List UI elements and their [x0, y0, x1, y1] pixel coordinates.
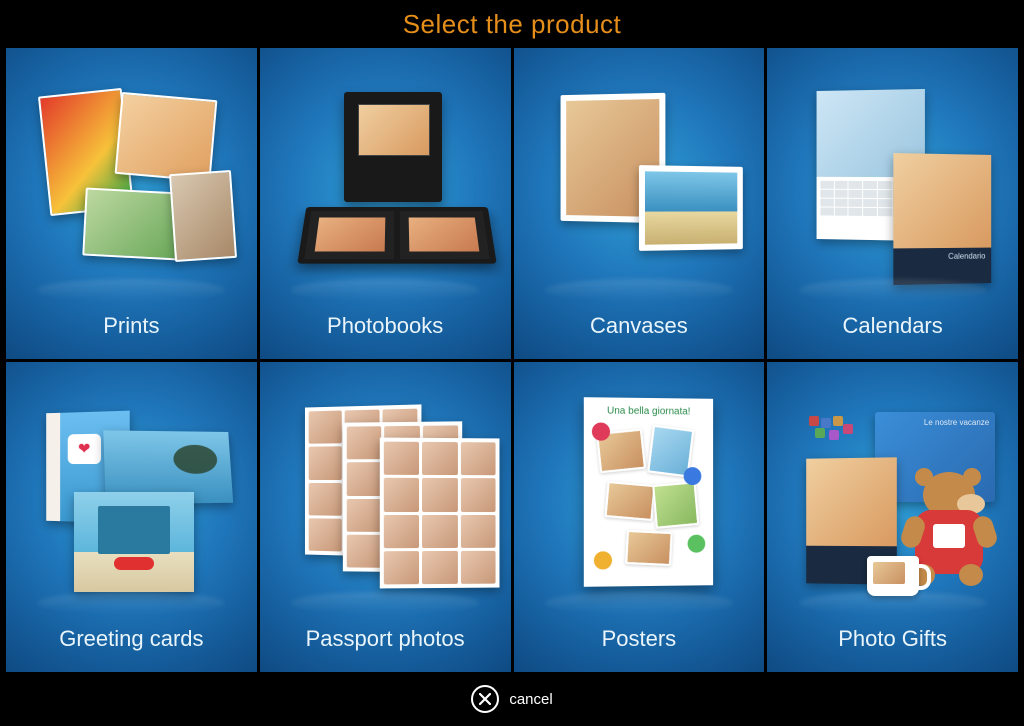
product-tile-posters[interactable]: Una bella giornata! Posters: [514, 362, 765, 673]
page-header: Select the product: [0, 0, 1024, 48]
product-tile-photo-gifts[interactable]: Le nostre vacanze Photo Gifts: [767, 362, 1018, 673]
close-icon: [471, 685, 499, 713]
product-label: Photobooks: [327, 313, 443, 339]
product-label: Greeting cards: [59, 626, 203, 652]
product-grid: Prints Una bella giornata! Photobooks Ca…: [0, 48, 1024, 672]
product-tile-photobooks[interactable]: Una bella giornata! Photobooks: [260, 48, 511, 359]
product-tile-passport-photos[interactable]: Passport photos: [260, 362, 511, 673]
page-footer: cancel: [0, 672, 1024, 726]
page-title: Select the product: [403, 9, 622, 40]
product-image-prints: [14, 62, 249, 305]
product-image-calendars: Calendario: [775, 62, 1010, 305]
product-image-photo-gifts: Le nostre vacanze: [775, 376, 1010, 619]
product-tile-greeting-cards[interactable]: Greeting cards: [6, 362, 257, 673]
product-image-photobooks: Una bella giornata!: [268, 62, 503, 305]
product-tile-calendars[interactable]: Calendario Calendars: [767, 48, 1018, 359]
product-label: Calendars: [842, 313, 942, 339]
product-label: Passport photos: [306, 626, 465, 652]
cancel-button[interactable]: cancel: [471, 685, 552, 713]
product-image-canvases: [522, 62, 757, 305]
product-label: Photo Gifts: [838, 626, 947, 652]
product-label: Posters: [602, 626, 677, 652]
cancel-label: cancel: [509, 691, 552, 708]
product-label: Canvases: [590, 313, 688, 339]
product-label: Prints: [103, 313, 159, 339]
product-image-passport-photos: [268, 376, 503, 619]
product-tile-canvases[interactable]: Canvases: [514, 48, 765, 359]
product-tile-prints[interactable]: Prints: [6, 48, 257, 359]
product-image-greeting-cards: [14, 376, 249, 619]
product-image-posters: Una bella giornata!: [522, 376, 757, 619]
